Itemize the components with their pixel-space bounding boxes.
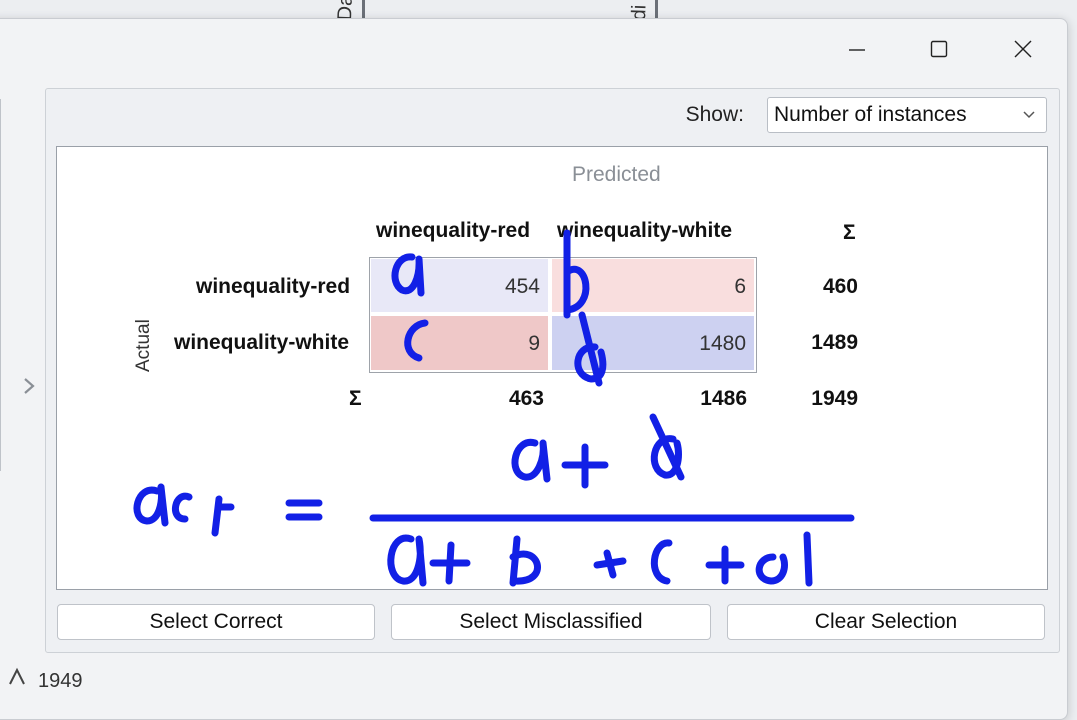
handwritten-formula: [133, 413, 855, 587]
background-connector-line: [655, 0, 658, 20]
row-total: 1489: [811, 331, 858, 354]
status-instance-count: 1949: [38, 670, 83, 692]
matrix-cell-red-as-white[interactable]: 6: [552, 259, 754, 312]
title-bar[interactable]: [0, 19, 1067, 79]
select-misclassified-button[interactable]: Select Misclassified: [391, 604, 711, 640]
matrix-cell-true-red[interactable]: 454: [371, 259, 548, 312]
column-total: 463: [508, 387, 544, 410]
matrix-cell-white-as-red[interactable]: 9: [371, 316, 548, 370]
row-header: winequality-white: [174, 331, 350, 354]
predicted-axis-label: Predicted: [572, 163, 661, 186]
maximize-button[interactable]: [909, 27, 969, 71]
column-header: winequality-white: [557, 219, 733, 242]
close-button[interactable]: [993, 27, 1053, 71]
show-dropdown-value: Number of instances: [774, 103, 967, 126]
column-total: 1486: [700, 387, 747, 410]
maximize-icon: [930, 40, 948, 58]
actual-axis-label: Actual: [133, 319, 154, 372]
column-header: winequality-red: [376, 219, 531, 242]
minimize-icon: [849, 49, 865, 51]
background-connector-line: [362, 0, 365, 20]
sum-row-header: Σ: [349, 387, 362, 410]
row-header: winequality-red: [196, 275, 351, 298]
expand-panel-button[interactable]: [17, 374, 41, 398]
confusion-matrix-canvas: Predicted Actual winequality-red winequa…: [56, 146, 1048, 590]
sum-column-header: Σ: [843, 221, 856, 244]
minimize-button[interactable]: [827, 27, 887, 71]
control-area-panel: [0, 99, 1, 471]
show-label: Show:: [685, 103, 744, 126]
grand-total: 1949: [811, 387, 858, 410]
matrix-cell-true-white[interactable]: 1480: [552, 316, 754, 370]
confusion-matrix-window: Show: Number of instances Predicted Actu…: [0, 18, 1068, 720]
close-icon: [1014, 40, 1032, 58]
clear-selection-button[interactable]: Clear Selection: [727, 604, 1045, 640]
chevron-right-icon: [24, 378, 35, 394]
cell-value: 1480: [699, 332, 746, 355]
chevron-down-icon: [1023, 111, 1035, 119]
cell-value: 6: [734, 275, 746, 298]
confusion-matrix-grid: 454 6 9 1480: [369, 257, 757, 373]
show-dropdown[interactable]: Number of instances: [767, 97, 1047, 133]
select-correct-button[interactable]: Select Correct: [57, 604, 375, 640]
cell-value: 9: [528, 332, 540, 355]
cell-value: 454: [504, 275, 540, 298]
main-area: Show: Number of instances Predicted Actu…: [45, 88, 1060, 653]
row-total: 460: [822, 275, 858, 298]
